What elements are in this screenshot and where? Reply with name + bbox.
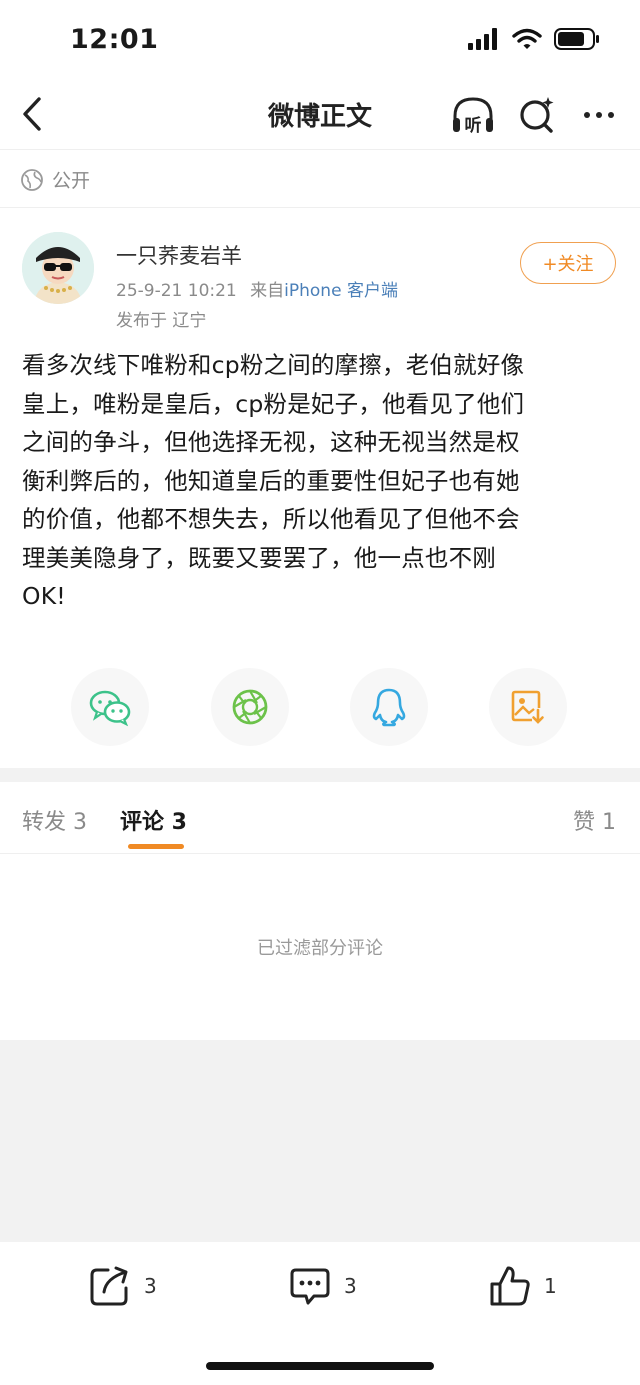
home-indicator bbox=[206, 1362, 434, 1370]
status-bar: 12:01 bbox=[0, 0, 640, 84]
save-image-button[interactable] bbox=[489, 668, 567, 746]
post-location: 发布于 辽宁 bbox=[116, 311, 207, 331]
post-source[interactable]: iPhone 客户端 bbox=[284, 281, 398, 301]
tab-like[interactable]: 赞 1 bbox=[573, 804, 616, 836]
headphones-icon: 听 bbox=[453, 97, 493, 136]
visibility-label: 公开 bbox=[52, 170, 91, 192]
nav-bar: 微博正文 听 bbox=[0, 84, 640, 150]
wechat-icon bbox=[89, 690, 131, 727]
wifi-icon bbox=[512, 28, 542, 49]
thumbs-up-icon bbox=[490, 1266, 530, 1306]
more-dot bbox=[584, 112, 590, 118]
active-tab-indicator bbox=[128, 844, 184, 849]
share-moments-button[interactable] bbox=[211, 668, 289, 746]
post-timestamp: 25-9-21 10:21 bbox=[116, 281, 237, 301]
moments-icon bbox=[232, 689, 268, 725]
more-dot bbox=[608, 112, 614, 118]
comment-count: 3 bbox=[344, 1274, 357, 1298]
search-icon bbox=[520, 97, 554, 133]
section-divider bbox=[0, 768, 640, 782]
empty-area bbox=[0, 1040, 640, 1242]
status-time: 12:01 bbox=[70, 24, 159, 55]
listen-label: 听 bbox=[465, 115, 482, 136]
repost-button[interactable]: 3 bbox=[88, 1264, 157, 1308]
more-dot bbox=[596, 112, 602, 118]
status-icons bbox=[468, 28, 600, 50]
globe-icon bbox=[21, 168, 43, 191]
visibility-row: 公开 bbox=[0, 152, 640, 208]
search-button[interactable] bbox=[516, 92, 556, 138]
avatar-image bbox=[22, 232, 94, 304]
post-source-prefix: 来自 bbox=[250, 281, 285, 301]
comment-button[interactable]: 3 bbox=[288, 1264, 357, 1308]
battery-icon bbox=[554, 28, 599, 50]
qq-icon bbox=[372, 688, 406, 727]
comment-icon bbox=[290, 1268, 330, 1305]
share-wechat-button[interactable] bbox=[71, 668, 149, 746]
follow-button[interactable]: +关注 bbox=[520, 242, 616, 284]
share-qq-button[interactable] bbox=[350, 668, 428, 746]
repost-icon bbox=[90, 1266, 128, 1306]
post-text: 看多次线下唯粉和cp粉之间的摩擦，老伯就好像 皇上，唯粉是皇后，cp粉是妃子，他… bbox=[22, 351, 525, 610]
save-image-icon bbox=[511, 690, 544, 724]
interaction-tabs: 转发 3 评论 3 赞 1 bbox=[0, 782, 640, 854]
like-count: 1 bbox=[544, 1274, 557, 1298]
post-meta: 25-9-21 10:21 来自iPhone 客户端 bbox=[116, 276, 398, 301]
avatar[interactable] bbox=[22, 232, 94, 304]
filtered-comments-note: 已过滤部分评论 bbox=[257, 938, 383, 959]
signal-icon bbox=[468, 28, 497, 50]
more-button[interactable] bbox=[578, 92, 620, 138]
repost-count: 3 bbox=[144, 1274, 157, 1298]
tab-comment[interactable]: 评论 3 bbox=[120, 804, 187, 836]
author-name[interactable]: 一只荞麦岩羊 bbox=[116, 240, 242, 270]
listen-button[interactable]: 听 bbox=[450, 92, 496, 138]
tab-repost[interactable]: 转发 3 bbox=[22, 804, 87, 836]
like-button[interactable]: 1 bbox=[488, 1264, 557, 1308]
